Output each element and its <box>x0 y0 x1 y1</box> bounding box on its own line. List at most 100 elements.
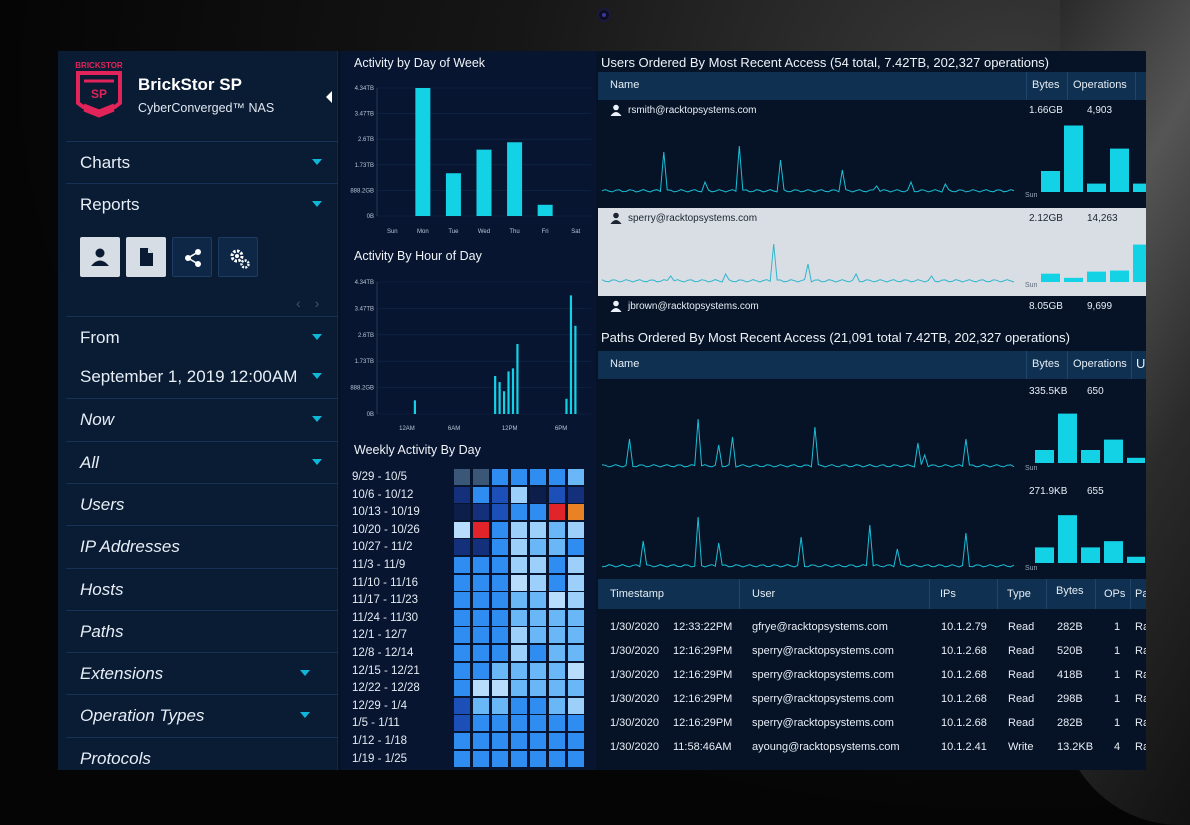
heatmap-cell[interactable] <box>549 486 565 503</box>
mini-bar[interactable] <box>1104 439 1123 463</box>
mini-bar[interactable] <box>1064 277 1083 282</box>
heatmap-cell[interactable] <box>473 715 489 732</box>
heatmap-cell[interactable] <box>530 645 546 661</box>
heatmap-cell[interactable] <box>568 697 584 714</box>
filter-operation-types[interactable]: Operation Types <box>66 694 338 736</box>
heatmap-cell[interactable] <box>511 680 527 697</box>
heatmap-cell[interactable] <box>530 715 546 732</box>
heatmap-cell[interactable] <box>530 627 546 644</box>
col-path-bytes[interactable]: Bytes <box>1032 358 1060 370</box>
col-bytes[interactable]: Bytes <box>1032 79 1060 91</box>
heatmap-cell[interactable] <box>511 609 527 626</box>
heatmap-cell[interactable] <box>511 521 527 538</box>
path-row[interactable]: 271.9KB 655 Sun <box>598 481 1146 577</box>
mini-bar[interactable] <box>1058 515 1077 563</box>
heatmap-cell[interactable] <box>568 592 584 609</box>
heatmap-cell[interactable] <box>492 680 508 697</box>
heatmap-cell[interactable] <box>454 592 470 609</box>
bar[interactable] <box>569 295 573 414</box>
mini-bar[interactable] <box>1110 270 1129 282</box>
heatmap-cell[interactable] <box>549 733 565 749</box>
heatmap-cell[interactable] <box>454 750 470 767</box>
bar[interactable] <box>476 149 492 216</box>
filter-hosts[interactable]: Hosts <box>66 568 338 610</box>
menu-reports[interactable]: Reports <box>66 183 338 225</box>
heatmap-cell[interactable] <box>530 469 546 485</box>
mini-bar[interactable] <box>1087 183 1106 192</box>
heatmap-cell[interactable] <box>492 750 508 767</box>
bar[interactable] <box>537 204 553 216</box>
bar[interactable] <box>516 344 519 414</box>
bar[interactable] <box>511 368 515 414</box>
heatmap-cell[interactable] <box>568 574 584 591</box>
heatmap-cell[interactable] <box>473 662 489 679</box>
bar[interactable] <box>574 325 577 414</box>
heatmap-cell[interactable] <box>454 697 470 714</box>
col-type[interactable]: Type <box>1007 588 1031 600</box>
filter-from[interactable]: From <box>66 316 338 358</box>
collapse-sidebar-icon[interactable] <box>326 91 332 103</box>
heatmap-cell[interactable] <box>511 645 527 661</box>
filter-paths[interactable]: Paths <box>66 610 338 652</box>
share-button[interactable] <box>172 237 212 277</box>
col-path-operations[interactable]: Operations <box>1073 358 1127 370</box>
log-row[interactable]: 1/30/2020 11:58:46AM ayoung@racktopsystems… <box>598 741 1146 765</box>
mini-bar[interactable] <box>1087 271 1106 282</box>
heatmap-cell[interactable] <box>549 627 565 644</box>
heatmap-cell[interactable] <box>454 627 470 644</box>
heatmap-cell[interactable] <box>492 539 508 556</box>
heatmap-cell[interactable] <box>549 680 565 697</box>
heatmap-cell[interactable] <box>511 627 527 644</box>
heatmap-cell[interactable] <box>549 697 565 714</box>
heatmap-cell[interactable] <box>492 504 508 521</box>
bar[interactable] <box>494 375 497 414</box>
heatmap-cell[interactable] <box>568 680 584 697</box>
bar[interactable] <box>507 371 510 414</box>
col-ops[interactable]: OPs <box>1104 588 1125 600</box>
heatmap-cell[interactable] <box>568 627 584 644</box>
heatmap-cell[interactable] <box>473 469 489 485</box>
col-path-u[interactable]: U <box>1136 356 1145 371</box>
mini-bar[interactable] <box>1035 547 1054 563</box>
heatmap-cell[interactable] <box>454 574 470 591</box>
heatmap-cell[interactable] <box>473 627 489 644</box>
heatmap-cell[interactable] <box>454 504 470 521</box>
heatmap-cell[interactable] <box>473 504 489 521</box>
heatmap-cell[interactable] <box>473 645 489 661</box>
heatmap-cell[interactable] <box>454 557 470 573</box>
mini-bar[interactable] <box>1058 413 1077 463</box>
heatmap-cell[interactable] <box>549 557 565 573</box>
heatmap-cell[interactable] <box>549 521 565 538</box>
heatmap-cell[interactable] <box>511 715 527 732</box>
heatmap-cell[interactable] <box>549 662 565 679</box>
heatmap-cell[interactable] <box>530 539 546 556</box>
heatmap-cell[interactable] <box>492 662 508 679</box>
heatmap-cell[interactable] <box>511 592 527 609</box>
heatmap-cell[interactable] <box>530 662 546 679</box>
heatmap-cell[interactable] <box>549 539 565 556</box>
heatmap-cell[interactable] <box>473 539 489 556</box>
bar[interactable] <box>445 173 461 216</box>
heatmap-cell[interactable] <box>454 662 470 679</box>
heatmap-cell[interactable] <box>511 697 527 714</box>
log-row[interactable]: 1/30/2020 12:33:22PM gfrye@racktopsystems.… <box>598 621 1146 645</box>
heatmap-cell[interactable] <box>454 469 470 485</box>
heatmap-cell[interactable] <box>568 504 584 521</box>
mini-bar[interactable] <box>1081 450 1100 463</box>
heatmap-cell[interactable] <box>473 750 489 767</box>
heatmap-cell[interactable] <box>530 504 546 521</box>
mini-bar[interactable] <box>1041 273 1060 282</box>
user-row[interactable]: sperry@racktopsystems.com 2.12GB 14,263 Sun <box>598 208 1146 296</box>
heatmap-cell[interactable] <box>568 469 584 485</box>
heatmap-cell[interactable] <box>568 539 584 556</box>
mini-bar[interactable] <box>1041 171 1060 192</box>
heatmap-cell[interactable] <box>568 521 584 538</box>
heatmap-cell[interactable] <box>492 733 508 749</box>
filter-all[interactable]: All <box>66 441 338 483</box>
heatmap-cell[interactable] <box>568 715 584 732</box>
user-row[interactable]: jbrown@racktopsystems.com 8.05GB 9,699 <box>598 296 1146 326</box>
heatmap-cell[interactable] <box>511 750 527 767</box>
heatmap-cell[interactable] <box>530 521 546 538</box>
heatmap-cell[interactable] <box>530 609 546 626</box>
filter-extensions[interactable]: Extensions <box>66 652 338 694</box>
